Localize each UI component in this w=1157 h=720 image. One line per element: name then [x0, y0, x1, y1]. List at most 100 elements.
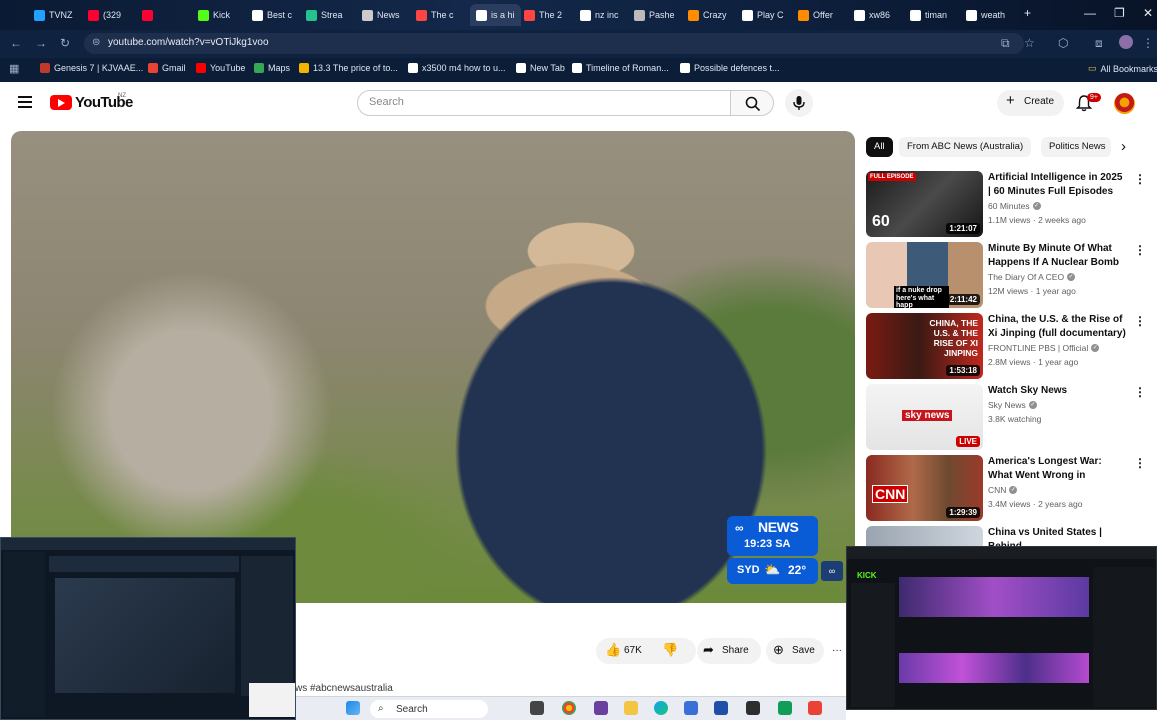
forward-icon[interactable]: →	[35, 36, 47, 50]
video-title[interactable]: Minute By Minute Of What Happens If A Nu…	[988, 242, 1128, 269]
app-icon[interactable]	[746, 701, 760, 715]
browser-tab[interactable]: The c	[416, 4, 454, 26]
bookmark-item[interactable]: Timeline of Roman...	[572, 63, 669, 73]
bookmark-item[interactable]: x3500 m4 how to u...	[408, 63, 506, 73]
browser-tab[interactable]: Kick	[198, 4, 230, 26]
recommendation-item[interactable]: FULL EPISODE 60 1:21:07 Artificial Intel…	[866, 171, 1157, 237]
maximize-button[interactable]: ❐	[1114, 6, 1125, 20]
close-window-button[interactable]: ✕	[1143, 6, 1153, 20]
browser-tab[interactable]: Play C	[742, 4, 784, 26]
like-count[interactable]: 67K	[624, 645, 642, 656]
bookmark-item[interactable]: Possible defences t...	[680, 63, 780, 73]
browser-tab[interactable]: xw86	[854, 4, 890, 26]
screen-preview-popup-left[interactable]	[0, 537, 296, 720]
search-button[interactable]	[730, 90, 774, 116]
app-icon[interactable]	[808, 701, 822, 715]
edge-icon[interactable]	[654, 701, 668, 715]
video-thumbnail[interactable]	[866, 526, 983, 546]
more-options-icon[interactable]: ⋮	[1134, 244, 1146, 256]
browser-tab[interactable]: weath	[966, 4, 1005, 26]
more-options-icon[interactable]: ⋮	[1134, 386, 1146, 398]
channel-name[interactable]: Sky News	[988, 400, 1026, 410]
channel-name[interactable]: The Diary Of A CEO	[988, 272, 1064, 282]
screen-preview-popup-right[interactable]: KICK	[846, 546, 1157, 710]
back-icon[interactable]: ←	[10, 36, 22, 50]
browser-tab[interactable]: is a hi	[470, 4, 521, 26]
bookmark-item[interactable]: New Tab	[516, 63, 565, 73]
reload-icon[interactable]: ↻	[60, 36, 70, 50]
browser-tab[interactable]: (329	[88, 4, 121, 26]
search-input[interactable]	[357, 90, 731, 116]
chip-from-abc-news[interactable]: From ABC News (Australia)	[899, 137, 1032, 157]
video-thumbnail[interactable]: FULL EPISODE 60 1:21:07	[866, 171, 983, 237]
browser-tab[interactable]: Offer	[798, 4, 833, 26]
account-avatar[interactable]	[1114, 93, 1135, 114]
like-icon[interactable]: 👍	[605, 643, 621, 656]
browser-tab[interactable]: timan	[910, 4, 947, 26]
video-title[interactable]: Artificial Intelligence in 2025 | 60 Min…	[988, 171, 1128, 198]
apps-grid-icon[interactable]: ▦	[9, 62, 19, 75]
browser-tab[interactable]: News	[362, 4, 400, 26]
more-actions-icon[interactable]: ···	[832, 645, 842, 656]
browser-menu-icon[interactable]: ⋮	[1142, 36, 1154, 50]
bookmark-star-icon[interactable]: ☆	[1024, 36, 1035, 50]
browser-tab[interactable]: The 2	[524, 4, 562, 26]
browser-tab[interactable]: Crazy	[688, 4, 727, 26]
recommendation-item[interactable]: if a nuke drop here's what happ 2:11:42 …	[866, 242, 1157, 308]
browser-tab[interactable]: Best c	[252, 4, 292, 26]
voice-search-button[interactable]	[785, 89, 813, 117]
more-options-icon[interactable]: ⋮	[1134, 173, 1146, 185]
extensions-icon[interactable]: ⬡	[1058, 36, 1068, 50]
reading-list-icon[interactable]: ⧈	[1095, 36, 1103, 51]
app-icon[interactable]	[684, 701, 698, 715]
video-title[interactable]: Watch Sky News	[988, 384, 1128, 398]
app-icon[interactable]	[714, 701, 728, 715]
bookmark-item[interactable]: YouTube	[196, 63, 245, 73]
more-options-icon[interactable]: ⋮	[1134, 457, 1146, 469]
file-explorer-icon[interactable]	[624, 701, 638, 715]
browser-tab[interactable]: nz inc	[580, 4, 619, 26]
video-title[interactable]: China vs United States | Behind	[988, 526, 1128, 546]
chip-politics-news[interactable]: Politics News	[1041, 137, 1111, 157]
task-view-icon[interactable]	[530, 701, 544, 715]
recommendation-item[interactable]: sky news LIVE Watch Sky News Sky News ✓ 3…	[866, 384, 1157, 450]
browser-tab[interactable]: Pashe	[634, 4, 675, 26]
hamburger-menu-icon[interactable]	[18, 96, 32, 108]
video-thumbnail[interactable]: CNN 1:29:39	[866, 455, 983, 521]
start-windows-icon[interactable]	[346, 701, 360, 715]
recommendation-item[interactable]: CNN 1:29:39 America's Longest War: What …	[866, 455, 1157, 521]
video-title[interactable]: China, the U.S. & the Rise of Xi Jinping…	[988, 313, 1128, 340]
app-icon[interactable]	[778, 701, 792, 715]
browser-tab[interactable]: TVNZ	[34, 4, 73, 26]
taskbar-search-box[interactable]	[370, 700, 488, 718]
minimize-button[interactable]: —	[1084, 6, 1096, 20]
channel-name[interactable]: 60 Minutes	[988, 201, 1030, 211]
youtube-logo-icon[interactable]	[50, 95, 72, 110]
video-title[interactable]: America's Longest War: What Went Wrong i…	[988, 455, 1128, 482]
all-bookmarks-button[interactable]: ▭ All Bookmarks	[1088, 63, 1157, 74]
browser-tab[interactable]: Strea	[306, 4, 343, 26]
channel-name[interactable]: FRONTLINE PBS | Official	[988, 343, 1088, 353]
browser-tab[interactable]	[142, 4, 157, 26]
bookmark-item[interactable]: Gmail	[148, 63, 186, 73]
channel-name[interactable]: CNN	[988, 485, 1006, 495]
recommendation-item[interactable]: China vs United States | Behind	[866, 526, 1157, 546]
bookmark-item[interactable]: 13.3 The price of to...	[299, 63, 398, 73]
app-icon[interactable]	[594, 701, 608, 715]
dislike-icon[interactable]: 👎	[662, 643, 678, 656]
video-thumbnail[interactable]: if a nuke drop here's what happ 2:11:42	[866, 242, 983, 308]
description-hashtags[interactable]: ws #abcnewsaustralia	[295, 683, 393, 694]
more-options-icon[interactable]: ⋮	[1134, 315, 1146, 327]
chrome-icon[interactable]	[562, 701, 576, 715]
bookmark-item[interactable]: Genesis 7 | KJVAAE...	[40, 63, 143, 73]
chip-all[interactable]: All	[866, 137, 893, 157]
bookmark-item[interactable]: Maps	[254, 63, 290, 73]
install-app-icon[interactable]: ⧉	[1001, 36, 1010, 51]
site-info-icon[interactable]: ⊜	[92, 37, 100, 48]
video-thumbnail[interactable]: sky news LIVE	[866, 384, 983, 450]
profile-icon[interactable]	[1119, 35, 1133, 49]
recommendation-item[interactable]: CHINA, THE U.S. & THE RISE OF XI JINPING…	[866, 313, 1157, 379]
chevron-right-icon[interactable]: ›	[1121, 139, 1126, 154]
new-tab-button[interactable]: +	[1024, 6, 1031, 20]
video-thumbnail[interactable]: CHINA, THE U.S. & THE RISE OF XI JINPING…	[866, 313, 983, 379]
